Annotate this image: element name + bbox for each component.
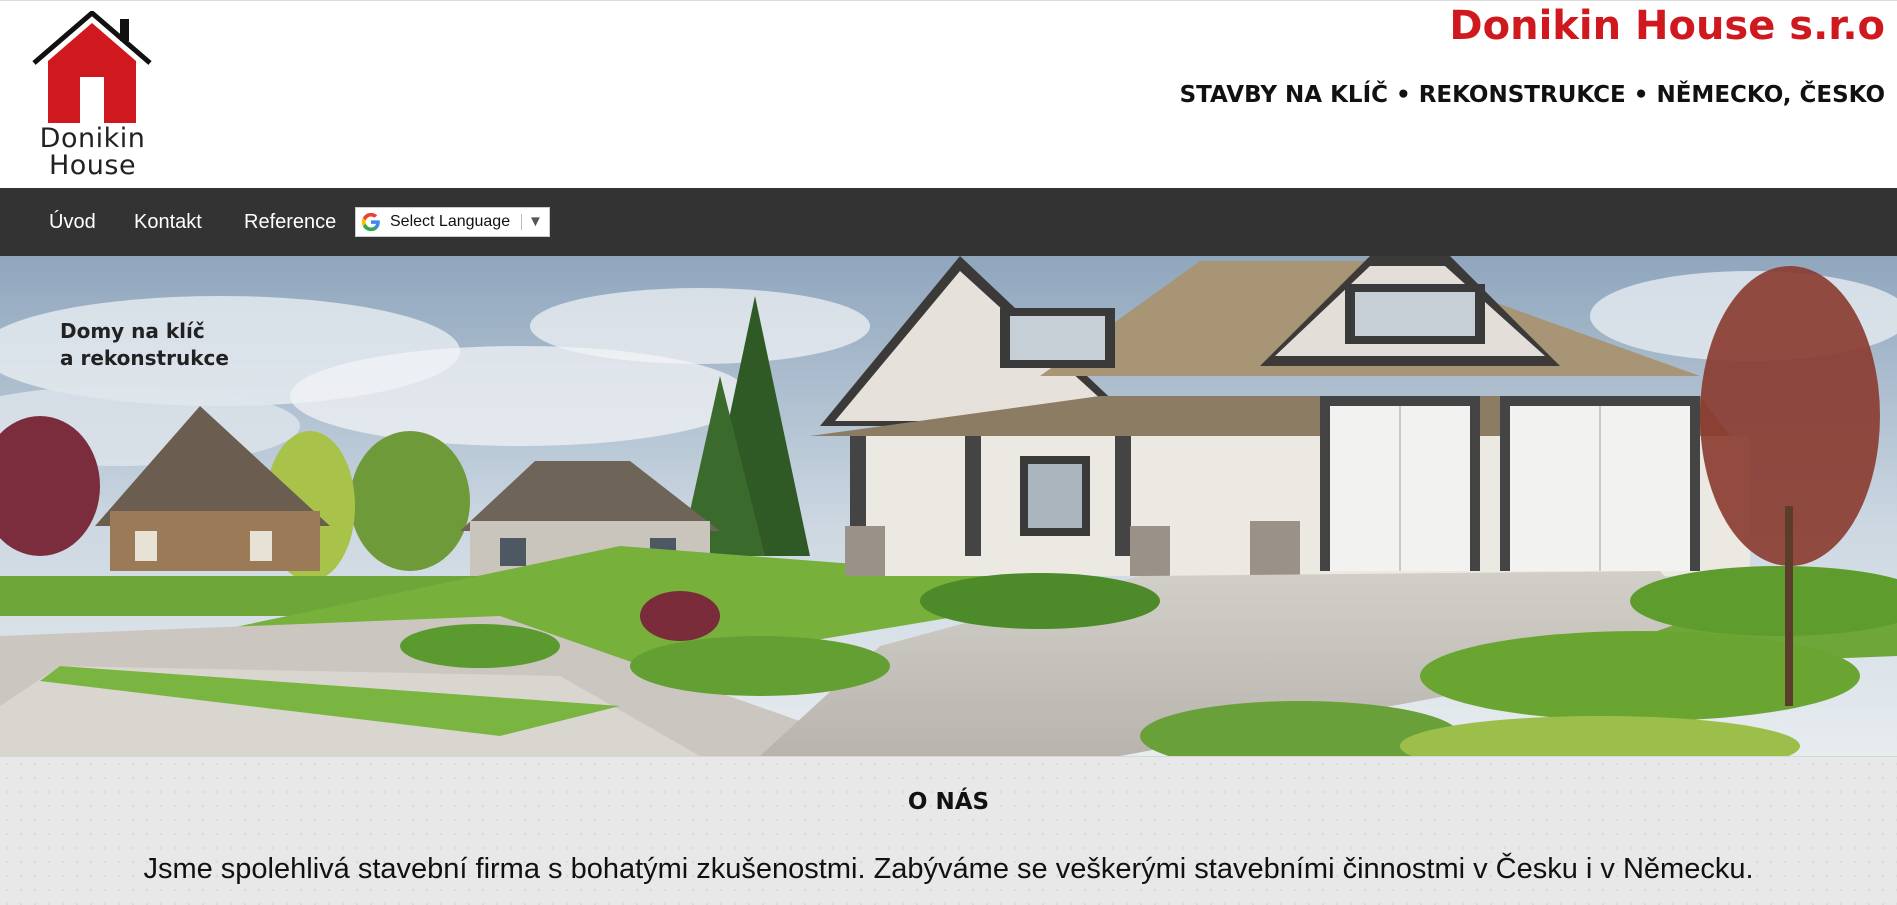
triangle-down-icon: ▼ xyxy=(528,213,543,230)
main-navigation: Úvod Kontakt Reference xyxy=(0,188,1897,256)
about-text: Jsme spolehlivá stavební firma s bohatým… xyxy=(143,853,1754,885)
about-title: O NÁS xyxy=(907,789,990,815)
nav-item-reference[interactable]: Reference xyxy=(244,188,336,256)
nav-item-uvod[interactable]: Úvod xyxy=(49,188,96,256)
company-tagline: STAVBY NA KLÍČ • REKONSTRUKCE • NĚMECKO,… xyxy=(1179,82,1885,108)
language-select-label: Select Language xyxy=(390,213,511,230)
site-header: Donikin House Donikin House s.r.o STAVBY… xyxy=(0,0,1897,188)
hero-caption: Domy na klíč a rekonstrukce xyxy=(60,318,229,372)
site-logo[interactable]: Donikin House xyxy=(30,11,155,183)
logo-line-2: House xyxy=(48,150,137,181)
nav-item-kontakt[interactable]: Kontakt xyxy=(134,188,202,256)
logo-line-1: Donikin xyxy=(39,123,146,154)
hero-banner: Domy na klíč a rekonstrukce xyxy=(0,256,1897,756)
about-section: O NÁS Jsme spolehlivá stavební firma s b… xyxy=(0,756,1897,905)
hero-caption-line-2: a rekonstrukce xyxy=(60,346,229,370)
hero-caption-line-1: Domy na klíč xyxy=(60,319,205,343)
language-select[interactable]: Select Language ▼ xyxy=(355,207,550,237)
company-name: Donikin House s.r.o xyxy=(1449,3,1885,49)
house-logo-icon xyxy=(32,11,152,123)
google-g-icon xyxy=(361,212,380,232)
hero-image xyxy=(0,256,1897,756)
language-select-divider xyxy=(521,214,522,230)
logo-text: Donikin House xyxy=(30,125,155,179)
